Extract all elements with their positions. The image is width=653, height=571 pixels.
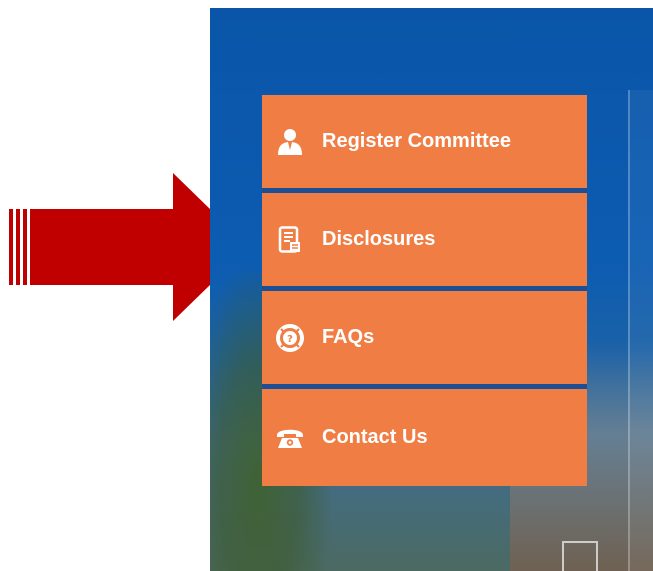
svg-text:?: ? <box>287 334 293 345</box>
menu-item-disclosures[interactable]: Disclosures <box>262 193 587 291</box>
telephone-icon <box>276 424 304 452</box>
menu-item-label: Register Committee <box>322 130 511 152</box>
content-frame-edge <box>628 90 653 571</box>
side-menu: Register Committee Disclosures ? FAQs Co… <box>262 95 587 486</box>
background-window <box>562 541 598 571</box>
menu-item-label: Disclosures <box>322 228 436 250</box>
person-icon <box>276 128 304 156</box>
menu-item-label: FAQs <box>322 326 375 348</box>
menu-item-contact-us[interactable]: Contact Us <box>262 389 587 486</box>
menu-item-label: Contact Us <box>322 426 428 448</box>
menu-item-faqs[interactable]: ? FAQs <box>262 291 587 389</box>
menu-item-register-committee[interactable]: Register Committee <box>262 95 587 193</box>
document-icon <box>276 225 304 254</box>
help-lifebuoy-icon: ? <box>276 323 304 352</box>
